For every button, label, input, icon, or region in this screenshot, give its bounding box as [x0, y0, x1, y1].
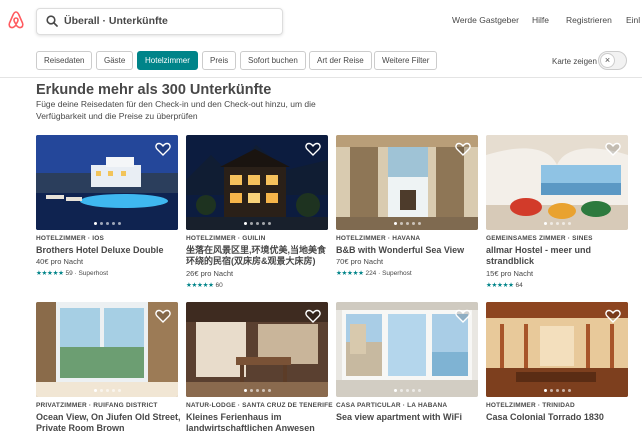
listing-type: HOTELZIMMER · IOS — [36, 235, 105, 242]
close-icon: × — [600, 53, 615, 68]
listing-rating: ★★★★★ 60 — [186, 281, 223, 289]
search-bar[interactable]: Überall · Unterkünfte — [36, 8, 283, 35]
heart-icon[interactable] — [605, 309, 621, 323]
listing-type: NATUR-LODGE · SANTA CRUZ DE TENERIFE — [186, 402, 333, 409]
listing-rating: ★★★★★ 64 — [486, 281, 523, 289]
photo-carousel-dots[interactable] — [486, 389, 628, 392]
photo-carousel-dots[interactable] — [36, 222, 178, 225]
listing-photo[interactable] — [186, 135, 328, 230]
listing-title[interactable]: allmar Hostel - meer und strandblick — [486, 245, 616, 267]
listing-photo[interactable] — [336, 135, 478, 230]
listing-photo[interactable] — [336, 302, 478, 397]
filter-trip-type-button[interactable]: Art der Reise — [309, 51, 372, 70]
listing-title[interactable]: Brothers Hotel Deluxe Double — [36, 245, 186, 256]
photo-carousel-dots[interactable] — [336, 222, 478, 225]
listing-rating: ★★★★★ 59 · Superhost — [36, 269, 108, 277]
filter-bar: Reisedaten Gäste Hotelzimmer Preis Sofor… — [0, 42, 642, 78]
rating-text: 64 — [515, 282, 523, 289]
photo-carousel-dots[interactable] — [486, 222, 628, 225]
photo-carousel-dots[interactable] — [36, 389, 178, 392]
listing-title[interactable]: Casa Colonial Torrado 1830 — [486, 412, 636, 423]
nav-login[interactable]: Einl — [626, 15, 640, 25]
listing-rating: ★★★★★ 224 · Superhost — [336, 269, 412, 277]
search-icon — [46, 15, 58, 27]
heart-icon[interactable] — [455, 309, 471, 323]
listing-photo[interactable] — [186, 302, 328, 397]
photo-carousel-dots[interactable] — [336, 389, 478, 392]
photo-carousel-dots[interactable] — [186, 389, 328, 392]
show-map-label: Karte zeigen — [552, 57, 597, 66]
rating-stars-icon: ★★★★★ — [36, 270, 64, 277]
filter-instant-book-button[interactable]: Sofort buchen — [240, 51, 306, 70]
rating-text: 60 — [215, 282, 223, 289]
listing-title[interactable]: 坐落在风景区里,环境优美,当地美食环绕的民宿(双床房&观景大床房) — [186, 245, 328, 267]
listing-title[interactable]: Kleines Ferienhaus im landwirtschaftlich… — [186, 412, 336, 434]
listing-price: 26€ pro Nacht — [186, 269, 234, 278]
listing-title[interactable]: Ocean View, On Jiufen Old Street, Privat… — [36, 412, 186, 434]
airbnb-logo-icon[interactable] — [7, 10, 25, 30]
listing-type: PRIVATZIMMER · RUIFANG DISTRICT — [36, 402, 158, 409]
nav-register[interactable]: Registrieren — [566, 15, 612, 25]
listing-photo[interactable] — [486, 135, 628, 230]
filter-price-button[interactable]: Preis — [202, 51, 237, 70]
listing-type: HOTELZIMMER · TRINIDAD — [486, 402, 575, 409]
heart-icon[interactable] — [605, 142, 621, 156]
heart-icon[interactable] — [455, 142, 471, 156]
nav-help[interactable]: Hilfe — [532, 15, 549, 25]
show-map-toggle[interactable]: × — [598, 51, 627, 70]
listing-photo[interactable] — [36, 135, 178, 230]
rating-text: 59 · Superhost — [65, 270, 109, 277]
rating-stars-icon: ★★★★★ — [336, 270, 364, 277]
heart-icon[interactable] — [305, 309, 321, 323]
heart-icon[interactable] — [155, 309, 171, 323]
listing-type: HOTELZIMMER · GUILIN — [186, 235, 266, 242]
filter-more-button[interactable]: Weitere Filter — [374, 51, 438, 70]
photo-carousel-dots[interactable] — [186, 222, 328, 225]
listing-type: GEMEINSAMES ZIMMER · SINES — [486, 235, 593, 242]
rating-text: 224 · Superhost — [365, 270, 412, 277]
rating-stars-icon: ★★★★★ — [486, 282, 514, 289]
listing-type: CASA PARTICULAR · LA HABANA — [336, 402, 448, 409]
listing-photo[interactable] — [36, 302, 178, 397]
listing-price: 70€ pro Nacht — [336, 257, 384, 266]
filter-dates-button[interactable]: Reisedaten — [36, 51, 93, 70]
page-subtitle: Füge deine Reisedaten für den Check-in u… — [36, 99, 316, 121]
top-header: Überall · Unterkünfte Werde Gastgeber Hi… — [0, 0, 642, 42]
heart-icon[interactable] — [305, 142, 321, 156]
filter-guests-button[interactable]: Gäste — [96, 51, 134, 70]
nav-become-host[interactable]: Werde Gastgeber — [452, 15, 519, 25]
listing-price: 40€ pro Nacht — [36, 257, 84, 266]
filter-hotel-rooms-button[interactable]: Hotelzimmer — [137, 51, 198, 70]
rating-stars-icon: ★★★★★ — [186, 282, 214, 289]
listing-title[interactable]: B&B with Wonderful Sea View — [336, 245, 486, 256]
listing-type: HOTELZIMMER · HAVANA — [336, 235, 421, 242]
page-title: Erkunde mehr als 300 Unterkünfte — [36, 82, 272, 98]
heart-icon[interactable] — [155, 142, 171, 156]
listing-photo[interactable] — [486, 302, 628, 397]
listing-price: 15€ pro Nacht — [486, 269, 534, 278]
listing-title[interactable]: Sea view apartment with WiFi — [336, 412, 486, 423]
search-input[interactable]: Überall · Unterkünfte — [64, 15, 168, 27]
